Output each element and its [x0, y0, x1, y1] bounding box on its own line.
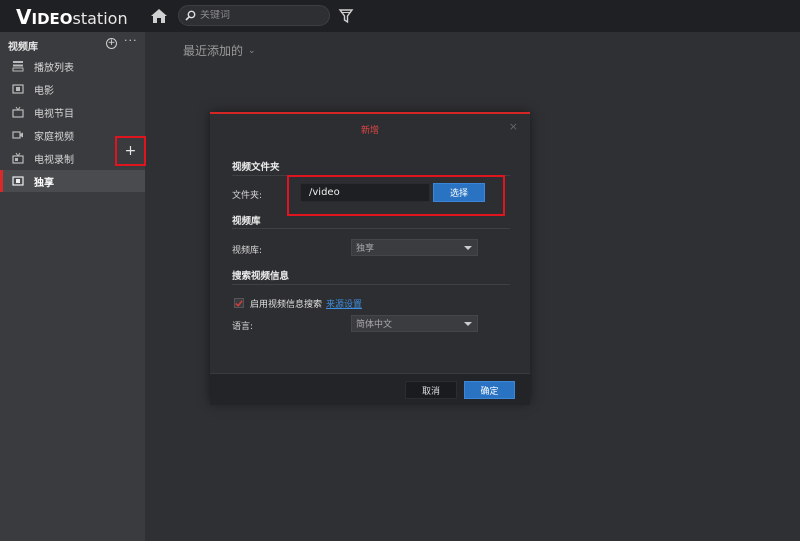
sidebar-item-label: 家庭视频	[34, 131, 74, 143]
logo-v: V	[16, 5, 32, 29]
folder-label: 文件夹:	[232, 191, 263, 201]
filter-icon[interactable]	[338, 7, 354, 25]
library-label: 视频库:	[232, 246, 263, 256]
recently-added-dropdown[interactable]: 最近添加的 ⌄	[183, 42, 256, 59]
add-library-button[interactable]: +	[106, 38, 117, 49]
sidebar-item-label: 独享	[34, 177, 54, 189]
sidebar-item-tv-shows[interactable]: 电视节目	[0, 101, 145, 123]
tv-icon	[12, 106, 24, 118]
cancel-button[interactable]: 取消	[405, 381, 457, 399]
sidebar-item-label: 播放列表	[34, 62, 74, 74]
section-search-info: 搜索视频信息	[232, 271, 290, 282]
sidebar-item-label: 电影	[34, 85, 54, 97]
film-icon	[12, 83, 24, 95]
folder-path-input[interactable]	[300, 183, 430, 202]
tv-record-icon	[12, 152, 24, 164]
chevron-down-icon: ⌄	[248, 45, 256, 56]
dialog-footer: 取消 确定	[210, 373, 530, 405]
library-select[interactable]: 独享	[351, 239, 478, 256]
logo-station: station	[72, 9, 128, 28]
more-options-button[interactable]: ···	[124, 34, 138, 47]
divider	[232, 228, 510, 229]
sidebar: 视频库 + ··· 播放列表 电影 电视节目 家庭视频 电视录制 独享	[0, 32, 145, 541]
film-icon	[12, 175, 24, 187]
search-box[interactable]	[178, 5, 330, 26]
checkmark-icon	[235, 299, 243, 307]
section-video-folder: 视频文件夹	[232, 162, 280, 173]
playlist-icon	[12, 60, 24, 72]
add-folder-plus-button[interactable]: +	[115, 136, 146, 166]
home-icon[interactable]	[150, 7, 168, 25]
search-input[interactable]	[200, 10, 320, 21]
search-icon	[185, 10, 196, 21]
language-select-value: 简体中文	[356, 320, 393, 330]
top-bar: V IDEO station	[0, 0, 800, 32]
sidebar-item-label: 电视录制	[34, 154, 74, 166]
add-dialog: 新增 × 视频文件夹 文件夹: 选择 视频库 视频库: 独享 搜索视频信息 启用…	[210, 112, 530, 405]
camera-icon	[12, 129, 24, 141]
sidebar-item-movies[interactable]: 电影	[0, 78, 145, 100]
dropdown-arrow-icon	[464, 246, 472, 250]
dropdown-arrow-icon	[464, 322, 472, 326]
sidebar-item-exclusive[interactable]: 独享	[0, 170, 145, 192]
page-title: 最近添加的	[183, 44, 244, 58]
language-select[interactable]: 简体中文	[351, 315, 478, 332]
section-library: 视频库	[232, 216, 261, 227]
select-folder-button[interactable]: 选择	[433, 183, 485, 202]
enable-search-label: 启用视频信息搜索	[250, 300, 323, 310]
sidebar-item-label: 电视节目	[34, 108, 74, 120]
close-icon[interactable]: ×	[509, 120, 518, 133]
language-label: 语言:	[232, 322, 254, 332]
enable-search-checkbox[interactable]	[234, 298, 244, 308]
ok-button[interactable]: 确定	[464, 381, 515, 399]
dialog-title: 新增	[360, 126, 379, 136]
logo-ideo: IDEO	[31, 10, 73, 28]
sidebar-item-playlist[interactable]: 播放列表	[0, 55, 145, 77]
app-logo: V IDEO station	[16, 5, 128, 29]
divider	[232, 284, 510, 285]
divider	[232, 175, 510, 176]
library-select-value: 独享	[356, 244, 375, 254]
source-settings-link[interactable]: 来源设置	[326, 297, 362, 310]
library-header: 视频库	[8, 42, 38, 53]
